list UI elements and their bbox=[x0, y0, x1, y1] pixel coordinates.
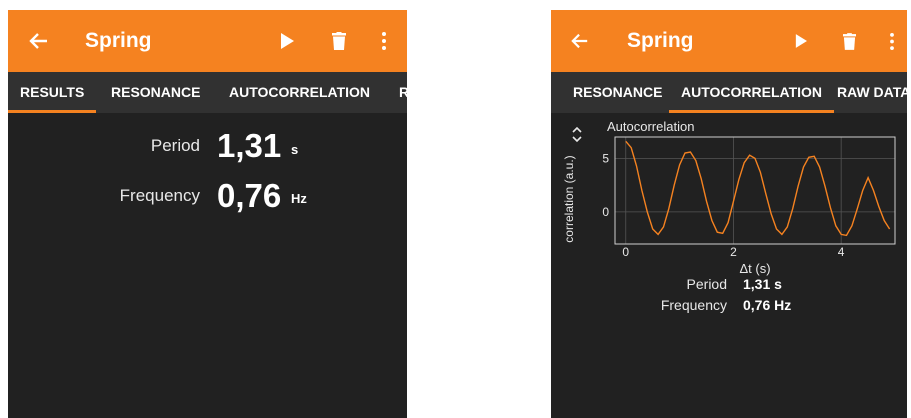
app-bar: Spring bbox=[8, 10, 407, 72]
more-vert-icon[interactable] bbox=[887, 32, 897, 50]
period-value: 1,31 s bbox=[743, 276, 782, 292]
delete-icon[interactable] bbox=[839, 32, 859, 50]
period-value: 1,31 bbox=[217, 127, 282, 164]
autocorrelation-chart: Autocorrelation correlation (a.u.) 0 2 4 0… bbox=[562, 119, 896, 276]
play-icon[interactable] bbox=[791, 34, 811, 48]
chart-grid bbox=[615, 137, 895, 244]
frequency-label: Frequency bbox=[119, 186, 200, 205]
series-line bbox=[625, 140, 891, 237]
x-tick-label: 2 bbox=[730, 245, 737, 259]
frequency-unit: Hz bbox=[291, 191, 307, 206]
frequency-value: 0,76 Hz bbox=[743, 297, 792, 313]
app-bar: Spring bbox=[551, 10, 907, 72]
expand-icon[interactable] bbox=[572, 126, 582, 143]
period-label: Period bbox=[686, 276, 727, 292]
y-tick-label: 0 bbox=[602, 205, 609, 219]
app-title: Spring bbox=[627, 29, 694, 52]
tab-resonance[interactable]: RESONANCE bbox=[111, 72, 200, 113]
x-axis-label: Δt (s) bbox=[739, 261, 770, 276]
tab-bar: RESONANCE AUTOCORRELATION RAW DATA bbox=[551, 72, 907, 113]
x-tick-label: 0 bbox=[622, 245, 629, 259]
x-tick-labels: 0 2 4 bbox=[622, 245, 844, 259]
results-screen: Spring RESULTS RESONANCE AUTOCORRELATION… bbox=[8, 10, 407, 418]
tab-autocorrelation[interactable]: AUTOCORRELATION bbox=[229, 72, 370, 113]
chart-title: Autocorrelation bbox=[607, 119, 694, 134]
delete-icon[interactable] bbox=[328, 32, 350, 50]
autocorrelation-screen: Spring RESONANCE AUTOCORRELATION RAW DAT… bbox=[551, 10, 907, 418]
frequency-label: Frequency bbox=[660, 297, 727, 313]
plot-frame bbox=[614, 136, 896, 245]
back-arrow-icon[interactable] bbox=[28, 30, 50, 52]
app-title: Spring bbox=[85, 29, 152, 52]
back-arrow-icon[interactable] bbox=[569, 30, 591, 52]
y-tick-labels: 05 bbox=[602, 151, 609, 219]
period-unit: s bbox=[291, 142, 299, 157]
tab-resonance[interactable]: RESONANCE bbox=[573, 72, 662, 113]
tab-raw-data[interactable]: RAW DATA bbox=[837, 72, 907, 113]
tab-raw-data-partial[interactable]: R bbox=[399, 72, 407, 113]
frequency-value: 0,76 bbox=[217, 177, 282, 214]
y-axis-label: correlation (a.u.) bbox=[562, 155, 576, 242]
period-label: Period bbox=[150, 136, 200, 155]
y-tick-label: 5 bbox=[602, 151, 609, 165]
tab-bar: RESULTS RESONANCE AUTOCORRELATION R bbox=[8, 72, 407, 113]
tab-results[interactable]: RESULTS bbox=[8, 72, 97, 113]
x-tick-label: 4 bbox=[838, 245, 845, 259]
more-vert-icon[interactable] bbox=[379, 32, 389, 50]
tab-autocorrelation[interactable]: AUTOCORRELATION bbox=[668, 72, 835, 113]
play-icon[interactable] bbox=[276, 33, 298, 49]
